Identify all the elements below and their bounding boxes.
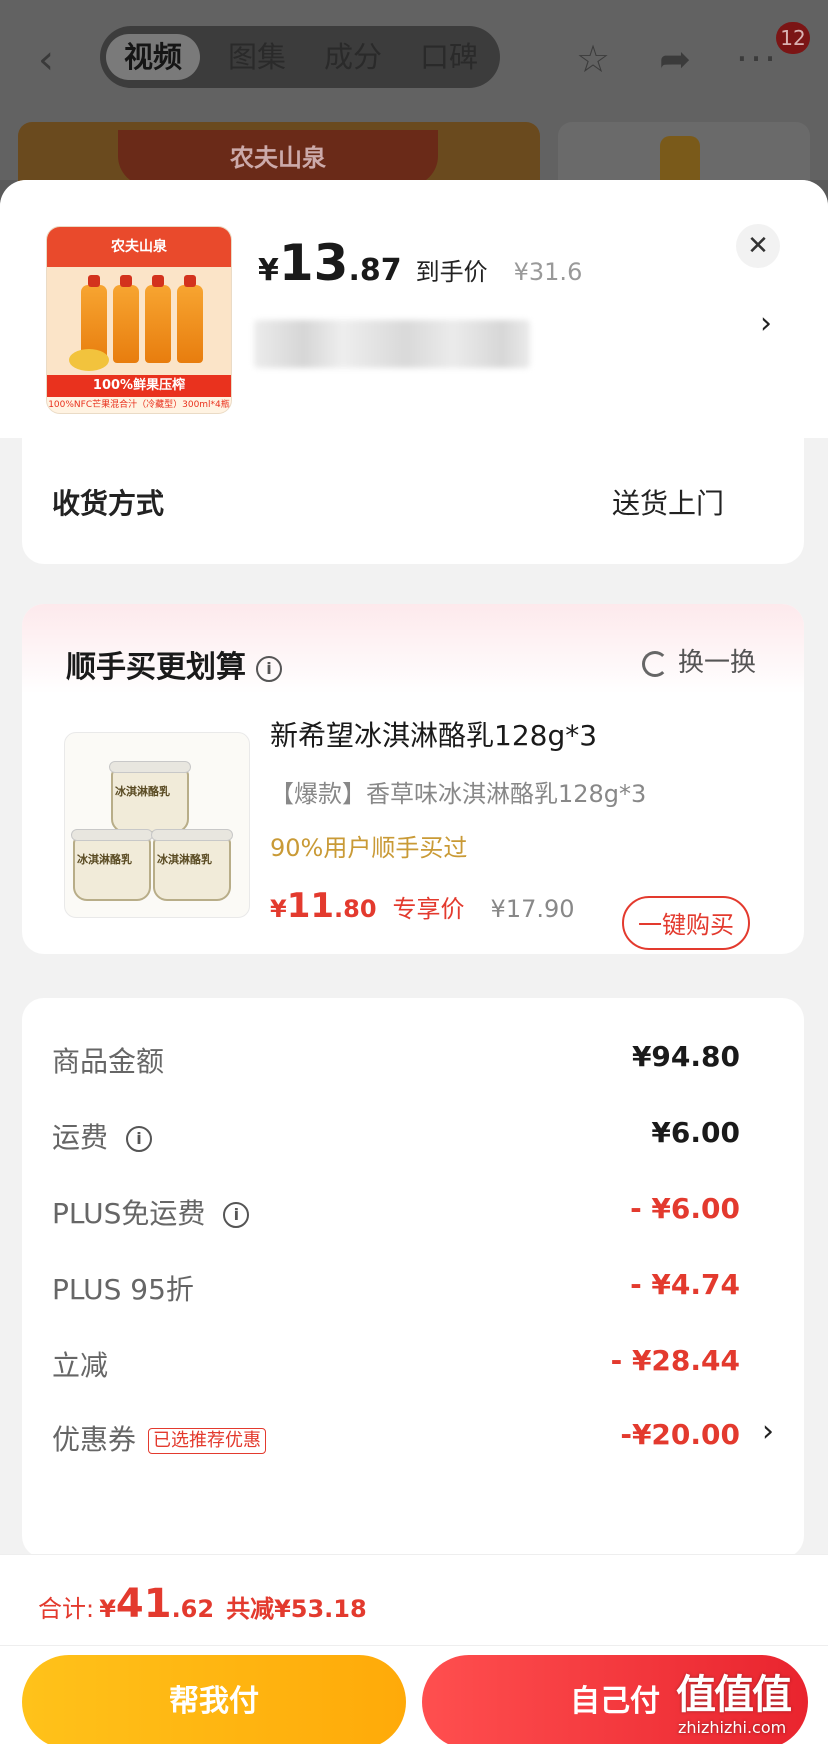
recommend-item-name[interactable]: 新希望冰淇淋酪乳128g*3 <box>270 714 597 754</box>
site-watermark: 值值值 zhizhizhi.com <box>676 1662 826 1742</box>
price-label: 专享价 <box>392 895 465 923</box>
fee-label: 运费 <box>52 1121 109 1154</box>
total-label: 合计: <box>38 1595 95 1623</box>
recommend-item-desc: 【爆款】香草味冰淇淋酪乳128g*3 <box>270 780 647 808</box>
divider <box>0 1645 828 1646</box>
cup-label: 冰淇淋酪乳 <box>115 785 170 798</box>
tab-gallery[interactable]: 图集 <box>212 34 302 80</box>
fee-label: 商品金额 <box>52 1045 165 1078</box>
recommend-card: 顺手买更划算 i 换一换 冰淇淋酪乳 冰淇淋酪乳 冰淇淋酪乳 新希望冰淇淋酪乳12… <box>22 604 804 954</box>
price-label: 到手价 <box>415 258 488 286</box>
tab-video[interactable]: 视频 <box>106 34 200 80</box>
swap-label: 换一换 <box>678 648 757 678</box>
more-icon[interactable]: ··· <box>732 34 782 84</box>
recommend-item-price: ¥11.80 专享价 ¥17.90 <box>270 886 575 926</box>
mango-image <box>69 349 109 371</box>
original-price: ¥17.90 <box>490 895 575 923</box>
total-saved: 共减¥53.18 <box>226 1595 367 1623</box>
juice-bottle-image <box>177 275 203 363</box>
chevron-right-icon[interactable]: › <box>762 1414 774 1449</box>
fee-label: PLUS 95折 <box>52 1273 194 1306</box>
blurred-spec-text[interactable] <box>254 320 530 368</box>
yogurt-cup-image: 冰淇淋酪乳 <box>151 829 233 901</box>
delivery-method-value[interactable]: 送货上门 <box>612 482 724 522</box>
product-image[interactable]: 农夫山泉 100%鲜果压榨 100%NFC芒果混合汁（冷藏型）300ml*4瓶 <box>46 226 232 414</box>
product-image-slogan: 100%鲜果压榨 <box>47 375 231 397</box>
product-image-brand: 农夫山泉 <box>47 227 231 267</box>
fee-label: PLUS免运费 <box>52 1197 206 1230</box>
price-currency: ¥ <box>258 253 279 288</box>
fee-label-row: PLUS免运费 i <box>52 1192 250 1232</box>
tab-reviews[interactable]: 口碑 <box>404 34 494 80</box>
delivery-method-label: 收货方式 <box>52 487 165 520</box>
product-image-caption: 100%NFC芒果混合汁（冷藏型）300ml*4瓶 <box>47 397 231 413</box>
fee-value: ¥94.80 <box>631 1040 740 1073</box>
fee-label: 优惠券 <box>52 1423 137 1456</box>
banner-brand: 农夫山泉 <box>118 130 438 186</box>
chevron-right-icon[interactable]: › <box>760 306 772 341</box>
product-price: ¥13.87 到手价 ¥31.6 <box>258 234 582 294</box>
media-tab-bar: 视频 图集 成分 口碑 <box>100 26 500 88</box>
fee-summary-card: 商品金额 ¥94.80 运费 i ¥6.00 PLUS免运费 i - ¥6.00 P… <box>22 998 804 1558</box>
price-currency: ¥ <box>270 895 287 923</box>
total-decimal: .62 <box>171 1595 215 1623</box>
one-click-buy-button[interactable]: 一键购买 <box>622 896 750 950</box>
price-decimal: .87 <box>348 253 402 288</box>
close-icon[interactable]: ✕ <box>736 224 780 268</box>
recommend-title-text: 顺手买更划算 <box>66 650 246 685</box>
cup-label: 冰淇淋酪乳 <box>77 853 132 866</box>
tab-ingredients[interactable]: 成分 <box>308 34 398 80</box>
yogurt-cup-image: 冰淇淋酪乳 <box>109 761 191 833</box>
refresh-icon <box>642 650 668 677</box>
juice-bottle-image <box>145 275 171 363</box>
recommend-item-popularity: 90%用户顺手买过 <box>270 834 468 862</box>
fee-value: ¥6.00 <box>651 1116 740 1149</box>
fee-label-row: 运费 i <box>52 1116 153 1156</box>
price-decimal: .80 <box>334 895 377 923</box>
star-icon[interactable]: ☆ <box>568 34 618 84</box>
recommend-item-image[interactable]: 冰淇淋酪乳 冰淇淋酪乳 冰淇淋酪乳 <box>64 732 250 918</box>
price-integer: 13 <box>278 234 349 292</box>
message-count-badge: 12 <box>776 22 810 54</box>
info-icon[interactable]: i <box>126 1126 153 1152</box>
cup-label: 冰淇淋酪乳 <box>157 853 212 866</box>
yogurt-cup-image: 冰淇淋酪乳 <box>71 829 153 901</box>
recommend-title: 顺手买更划算 i <box>66 642 282 686</box>
fee-value: - ¥6.00 <box>630 1192 740 1225</box>
watermark-url: zhizhizhi.com <box>678 1718 787 1737</box>
fee-value: - ¥4.74 <box>630 1268 740 1301</box>
swap-button[interactable]: 换一换 <box>642 642 756 679</box>
help-me-pay-button[interactable]: 帮我付 <box>22 1655 406 1744</box>
coupon-tag: 已选推荐优惠 <box>148 1428 267 1454</box>
info-icon[interactable]: i <box>223 1202 250 1228</box>
coupon-row[interactable]: 优惠券 已选推荐优惠 <box>52 1418 267 1458</box>
watermark-logo: 值值值 <box>676 1672 792 1718</box>
share-icon[interactable]: ➦ <box>650 34 700 84</box>
total-currency: ¥ <box>99 1595 116 1623</box>
fee-value: - ¥28.44 <box>610 1344 740 1377</box>
product-header: 农夫山泉 100%鲜果压榨 100%NFC芒果混合汁（冷藏型）300ml*4瓶 … <box>0 180 828 438</box>
page-header-dimmed: ‹ 视频 图集 成分 口碑 ☆ ➦ ··· 12 农夫山泉 <box>0 0 828 196</box>
back-arrow-icon[interactable]: ‹ <box>38 38 82 82</box>
price-integer: 11 <box>286 886 335 926</box>
original-price: ¥31.6 <box>513 258 583 286</box>
total-summary: 合计: ¥41.62 共减¥53.18 <box>38 1581 367 1627</box>
info-icon[interactable]: i <box>256 655 282 682</box>
fee-value[interactable]: -¥20.00 <box>620 1418 740 1451</box>
total-integer: 41 <box>115 1581 172 1627</box>
fee-label: 立减 <box>52 1349 109 1382</box>
checkout-sheet: 农夫山泉 100%鲜果压榨 100%NFC芒果混合汁（冷藏型）300ml*4瓶 … <box>0 180 828 1744</box>
juice-bottle-image <box>113 275 139 363</box>
